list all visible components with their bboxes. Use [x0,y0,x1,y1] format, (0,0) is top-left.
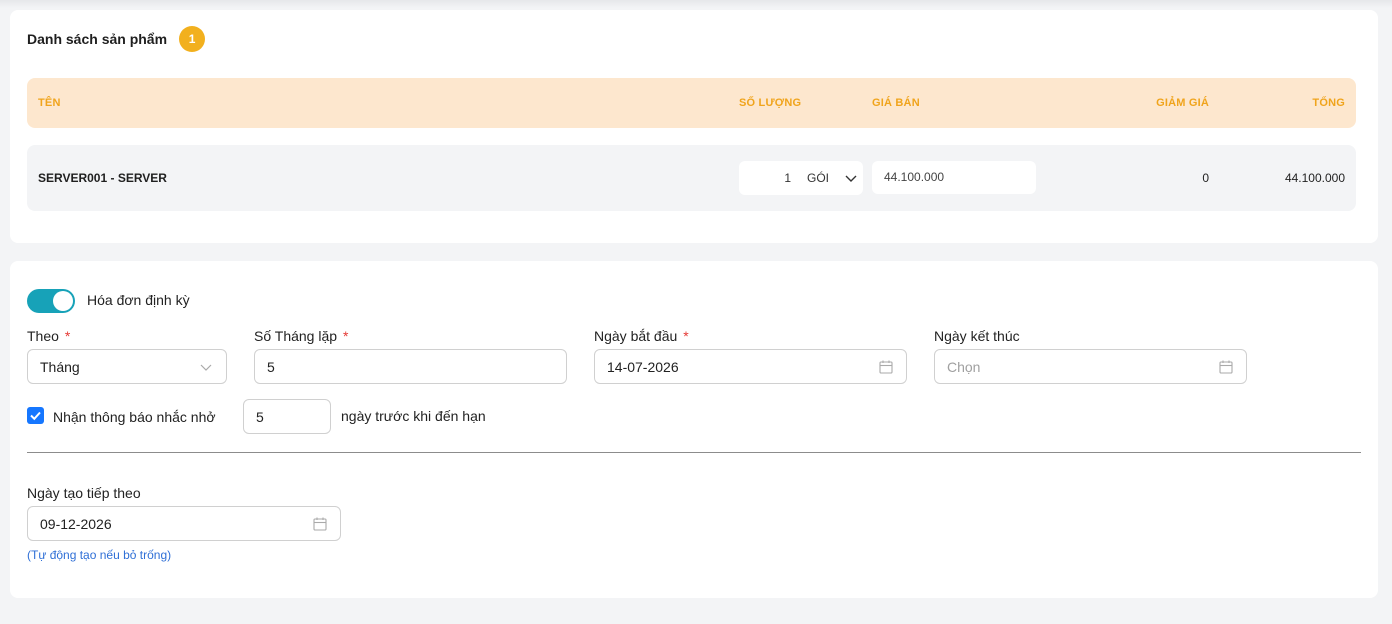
col-total: TỔNG [1312,97,1345,109]
product-name: SERVER001 - SERVER [38,171,167,185]
start-label-text: Ngày bắt đầu [594,328,678,344]
repeat-value: 5 [267,358,275,375]
col-name: TÊN [38,97,61,109]
reminder-suffix: ngày trước khi đến hạn [341,408,486,424]
product-list-card: Danh sách sản phẩm 1 TÊN SỐ LƯỢNG GIÁ BÁ… [10,10,1378,243]
calendar-icon [879,360,893,374]
col-price: GIÁ BÁN [872,97,920,109]
reminder-checkbox[interactable] [27,407,44,424]
by-label-text: Theo [27,328,59,344]
table-row: SERVER001 - SERVER 1 GÓI 44.100.000 0 44… [27,145,1356,211]
reminder-days-value: 5 [256,408,264,425]
col-quantity: SỐ LƯỢNG [739,97,802,109]
price-input[interactable]: 44.100.000 [872,161,1036,194]
by-select[interactable]: Tháng [27,349,227,384]
next-date-picker[interactable]: 09-12-2026 [27,506,341,541]
repeat-months-input[interactable]: 5 [254,349,567,384]
by-value: Tháng [40,358,80,375]
required-mark: * [343,328,349,344]
product-list-title: Danh sách sản phẩm [27,31,168,47]
end-date-label: Ngày kết thúc [934,328,1020,344]
required-mark: * [64,328,71,344]
recurring-toggle-label: Hóa đơn định kỳ [87,292,190,308]
required-mark: * [683,328,689,344]
repeat-label-text: Số Tháng lặp [254,328,338,344]
product-table-header: TÊN SỐ LƯỢNG GIÁ BÁN GIẢM GIÁ TỔNG [27,78,1356,128]
start-date-label: Ngày bắt đầu * [594,328,689,344]
calendar-icon [313,517,327,531]
check-icon [30,411,41,421]
col-discount: GIẢM GIÁ [1156,97,1209,109]
quantity-unit-select[interactable]: 1 GÓI [739,161,863,195]
reminder-label: Nhận thông báo nhắc nhở [53,409,216,425]
quantity-value[interactable]: 1 [739,171,791,185]
chevron-down-icon [200,364,212,371]
next-date-label: Ngày tạo tiếp theo [27,485,141,501]
unit-value: GÓI [807,171,830,185]
end-date-placeholder: Chọn [947,358,981,375]
start-date-value: 14-07-2026 [607,358,679,375]
next-date-hint: (Tự động tạo nếu bỏ trống) [27,548,172,562]
start-date-picker[interactable]: 14-07-2026 [594,349,907,384]
by-label: Theo * [27,328,70,344]
recurring-invoice-card: Hóa đơn định kỳ Theo * Tháng Số Tháng lặp… [10,261,1378,598]
top-shadow [0,0,1392,8]
discount-value: 0 [1202,171,1209,185]
section-divider [27,452,1361,453]
recurring-toggle[interactable] [27,289,75,313]
toggle-knob [53,291,73,311]
end-date-picker[interactable]: Chọn [934,349,1247,384]
reminder-days-input[interactable]: 5 [243,399,331,434]
calendar-icon [1219,360,1233,374]
product-count-badge: 1 [179,26,206,52]
chevron-down-icon[interactable] [843,170,859,186]
total-value: 44.100.000 [1284,171,1345,185]
next-date-value: 09-12-2026 [40,515,112,532]
product-list-header: Danh sách sản phẩm 1 [27,26,206,52]
repeat-label: Số Tháng lặp * [254,328,348,344]
